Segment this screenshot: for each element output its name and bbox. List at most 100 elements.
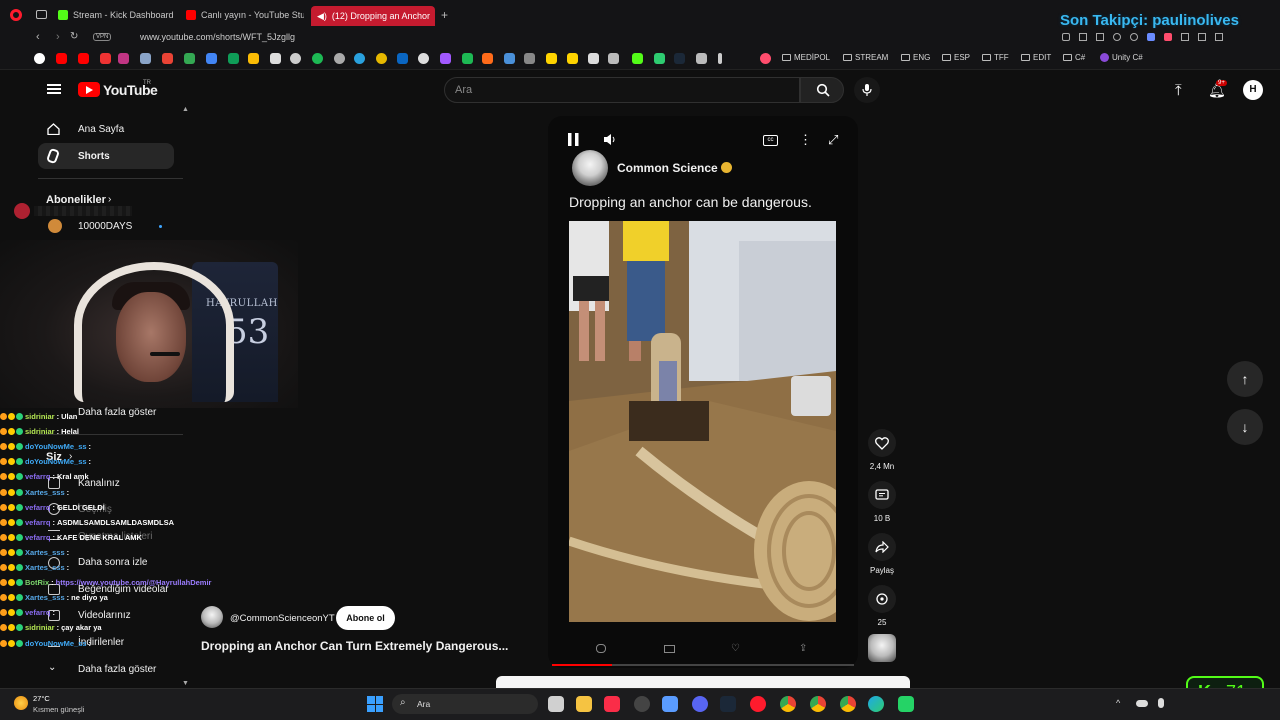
weather-icon[interactable]: [14, 696, 28, 710]
channel-name[interactable]: Common Science: [617, 161, 718, 175]
tab-youtube-studio[interactable]: Canlı yayın - YouTube Stu: [186, 6, 304, 24]
subscriptions-header[interactable]: Abonelikler: [46, 194, 106, 206]
weather-temp[interactable]: 27°C: [33, 694, 50, 703]
obs-icon[interactable]: [634, 696, 650, 712]
tab-youtube-shorts-active[interactable]: ◀) (12) Dropping an Anchor: [311, 6, 435, 26]
ai-icon[interactable]: [1215, 33, 1223, 41]
bookmark-icon[interactable]: [206, 53, 217, 64]
bookmark-icon[interactable]: [718, 53, 722, 64]
opera-icon[interactable]: [750, 696, 766, 712]
close-box-icon[interactable]: [1096, 33, 1104, 41]
bookmark-icon[interactable]: [462, 53, 473, 64]
like-button[interactable]: [868, 429, 896, 457]
subscribe-button[interactable]: Abone ol: [336, 606, 395, 630]
volume-button[interactable]: [603, 133, 617, 149]
captions-button[interactable]: cc: [763, 135, 778, 146]
comments-button[interactable]: [868, 481, 896, 509]
bookmark-icon[interactable]: [418, 53, 429, 64]
bookmark-icon[interactable]: [248, 53, 259, 64]
maps-bookmark-icon[interactable]: [228, 53, 239, 64]
edge-icon[interactable]: [868, 696, 884, 712]
play-icon[interactable]: [1113, 33, 1121, 41]
back-icon[interactable]: ‹: [36, 31, 40, 43]
instagram-bookmark-icon[interactable]: [118, 53, 129, 64]
forward-icon[interactable]: ›: [56, 31, 60, 43]
bookmark-folder-eng[interactable]: ENG: [901, 53, 930, 62]
chrome-icon[interactable]: [780, 696, 796, 712]
overlay-channel-avatar[interactable]: [201, 606, 223, 628]
bookmark-icon[interactable]: [482, 53, 493, 64]
channel-avatar[interactable]: [572, 150, 608, 186]
comment-small-icon[interactable]: [596, 644, 606, 653]
linkedin-bookmark-icon[interactable]: [397, 53, 408, 64]
kick-bookmark-icon[interactable]: [632, 53, 643, 64]
google-bookmark-icon[interactable]: [34, 53, 45, 64]
repost-small-icon[interactable]: [664, 645, 675, 653]
youtube-logo-icon[interactable]: [78, 82, 100, 97]
whatsapp-icon[interactable]: [898, 696, 914, 712]
tray-chevron-icon[interactable]: ^: [1116, 698, 1120, 708]
bookmark-icon[interactable]: [608, 53, 619, 64]
spotify-bookmark-icon[interactable]: [312, 53, 323, 64]
chrome-icon[interactable]: [810, 696, 826, 712]
app-icon[interactable]: [662, 696, 678, 712]
short-video-frame[interactable]: [569, 221, 836, 622]
file-explorer-icon[interactable]: [576, 696, 592, 712]
bookmark-icon[interactable]: [440, 53, 451, 64]
onedrive-icon[interactable]: [1136, 700, 1148, 707]
menu-icon[interactable]: [47, 84, 61, 94]
short-title[interactable]: Dropping an Anchor Can Turn Extremely Da…: [201, 639, 508, 653]
chrome-active-icon[interactable]: [840, 696, 856, 712]
sidebar-scroll-up-icon[interactable]: ▲: [182, 106, 189, 113]
url-text[interactable]: www.youtube.com/shorts/WFT_5Jzgllg: [140, 32, 295, 42]
sidebar-scroll-down-icon[interactable]: ▼: [182, 680, 189, 687]
puzzle-icon[interactable]: [1181, 33, 1189, 41]
bookmark-icon[interactable]: [140, 53, 151, 64]
start-button[interactable]: [367, 696, 383, 712]
sound-avatar[interactable]: [868, 634, 896, 662]
search-input[interactable]: Ara: [444, 77, 800, 103]
fullscreen-icon[interactable]: ⤢: [828, 132, 838, 148]
bookmark-unity-csharp[interactable]: Unity C#: [1100, 53, 1143, 62]
tab-kick-dashboard[interactable]: Stream - Kick Dashboard: [58, 6, 176, 24]
discord-icon[interactable]: [692, 696, 708, 712]
bookmark-icon[interactable]: [270, 53, 281, 64]
pause-button[interactable]: [568, 133, 579, 149]
bookmark-icon[interactable]: [696, 53, 707, 64]
sidebar-show-more-2[interactable]: Daha fazla göster: [78, 664, 156, 675]
avatar[interactable]: H: [1243, 80, 1263, 100]
like-small-icon[interactable]: ♡: [731, 643, 740, 654]
sidebar-channel-10000days[interactable]: 10000DAYS: [78, 221, 132, 232]
share-small-icon[interactable]: ⇪: [799, 643, 807, 654]
overlay-channel-handle[interactable]: @CommonScienceonYT: [230, 613, 335, 624]
share-button[interactable]: [868, 533, 896, 561]
bookmark-icon[interactable]: [524, 53, 535, 64]
bookmark-folder-edit[interactable]: EDIT: [1021, 53, 1051, 62]
heart-icon[interactable]: [1130, 33, 1138, 41]
new-tab-button[interactable]: +: [441, 8, 448, 22]
gmail-bookmark-icon[interactable]: [162, 53, 173, 64]
bookmark-folder-stream[interactable]: STREAM: [843, 53, 888, 62]
sidebar-item-home[interactable]: Ana Sayfa: [78, 124, 124, 135]
extension-icon[interactable]: [1147, 33, 1155, 41]
bookmark-icon[interactable]: [654, 53, 665, 64]
bookmark-folder-csharp[interactable]: C#: [1063, 53, 1085, 62]
sidebar-your-videos[interactable]: Videolarınız: [78, 610, 131, 621]
task-view-icon[interactable]: [548, 696, 564, 712]
vpn-badge[interactable]: VPN: [93, 33, 112, 41]
drive-bookmark-icon[interactable]: [184, 53, 195, 64]
next-short-button[interactable]: ↓: [1227, 409, 1263, 445]
reload-icon[interactable]: ↻: [70, 31, 78, 42]
weather-desc[interactable]: Kısmen güneşli: [33, 705, 84, 714]
bookmark-icon[interactable]: [504, 53, 515, 64]
bookmark-icon[interactable]: [376, 53, 387, 64]
more-options-icon[interactable]: ⋮: [799, 132, 812, 148]
previous-short-button[interactable]: ↑: [1227, 361, 1263, 397]
sidebar-watch-later[interactable]: Daha sonra izle: [78, 557, 147, 568]
steam-icon[interactable]: [720, 696, 736, 712]
bookmark-folder-esp[interactable]: ESP: [942, 53, 970, 62]
pin-icon[interactable]: [1062, 33, 1070, 41]
taskbar-search[interactable]: ⌕ Ara: [392, 694, 538, 714]
bookmark-icon[interactable]: [760, 53, 771, 64]
sidebar-show-more[interactable]: Daha fazla göster: [78, 407, 156, 418]
